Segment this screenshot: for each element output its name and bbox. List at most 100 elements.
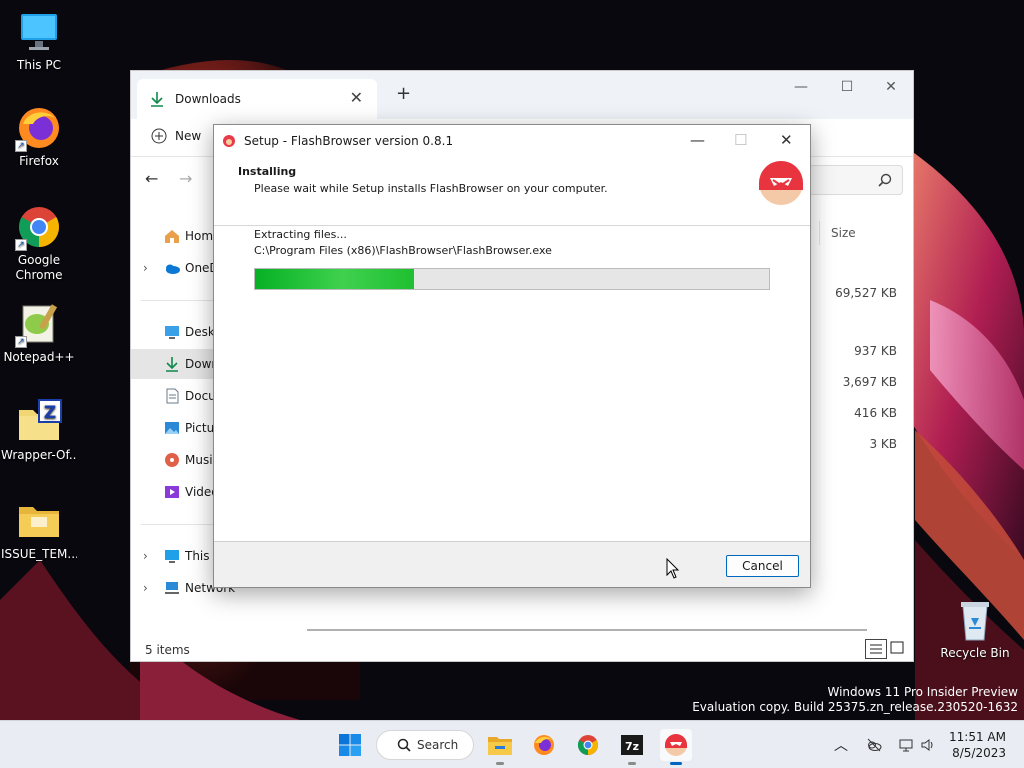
download-icon bbox=[166, 357, 178, 372]
sidebar-item-label: Home bbox=[185, 229, 215, 243]
mouse-cursor-icon bbox=[666, 558, 680, 579]
shortcut-arrow-icon: ↗ bbox=[15, 140, 27, 152]
taskbar-chrome[interactable] bbox=[572, 729, 604, 761]
home-icon bbox=[165, 230, 179, 243]
chevron-right-icon[interactable]: › bbox=[143, 261, 148, 275]
install-progress-bar bbox=[254, 268, 770, 290]
taskbar-firefox[interactable] bbox=[528, 729, 560, 761]
close-tab-icon[interactable]: ✕ bbox=[350, 88, 363, 107]
folder-icon bbox=[15, 497, 63, 545]
search-icon bbox=[397, 738, 411, 752]
sidebar-item-videos[interactable]: Videos bbox=[131, 477, 215, 507]
file-size-cell: 937 KB bbox=[854, 344, 897, 358]
firefox-icon: ↗ bbox=[15, 104, 63, 152]
onedrive-icon bbox=[166, 264, 180, 274]
sidebar-item-home[interactable]: Home bbox=[131, 221, 215, 251]
sidebar-item-this-pc[interactable]: › This PC bbox=[131, 541, 215, 571]
desktop-icon-firefox[interactable]: ↗ Firefox bbox=[1, 104, 77, 169]
dialog-titlebar[interactable]: Setup - FlashBrowser version 0.8.1 — ☐ ✕ bbox=[214, 125, 810, 156]
taskbar-search-box[interactable]: Search bbox=[376, 730, 474, 760]
maximize-icon[interactable]: ☐ bbox=[837, 79, 857, 95]
minimize-icon[interactable]: — bbox=[690, 131, 705, 149]
network-status-icon[interactable] bbox=[898, 737, 914, 753]
column-header-size[interactable]: Size bbox=[831, 226, 856, 240]
network-icon bbox=[165, 582, 179, 594]
sidebar-item-downloads[interactable]: Downloads bbox=[131, 349, 215, 379]
sidebar-item-music[interactable]: Music bbox=[131, 445, 215, 475]
horizontal-scrollbar[interactable] bbox=[307, 629, 867, 631]
zip-archive-icon: Z bbox=[15, 398, 63, 446]
cancel-button[interactable]: Cancel bbox=[726, 555, 799, 577]
videos-icon bbox=[165, 486, 179, 498]
chrome-icon bbox=[577, 735, 599, 756]
flashbrowser-app-icon bbox=[223, 134, 235, 147]
forward-arrow-icon[interactable]: → bbox=[179, 169, 192, 188]
taskbar-file-explorer[interactable] bbox=[484, 729, 516, 765]
sidebar-divider bbox=[141, 300, 215, 301]
minimize-icon[interactable]: — bbox=[791, 79, 811, 95]
maximize-icon: ☐ bbox=[734, 131, 748, 149]
desktop-icon-this-pc[interactable]: This PC bbox=[1, 8, 77, 73]
explorer-titlebar[interactable]: Downloads ✕ + — ☐ ✕ bbox=[131, 71, 913, 119]
taskbar-flashbrowser-setup[interactable] bbox=[660, 729, 692, 765]
taskbar-7zip[interactable]: 7z bbox=[616, 729, 648, 765]
desktop-icon-issue-folder[interactable]: ISSUE_TEM... bbox=[1, 497, 77, 562]
pictures-icon bbox=[165, 422, 179, 434]
cloud-offline-icon[interactable] bbox=[866, 737, 882, 753]
desktop-icon-label: This PC bbox=[17, 58, 61, 72]
desktop-icon-notepadpp[interactable]: ↗ Notepad++ bbox=[1, 300, 77, 365]
running-indicator bbox=[628, 762, 636, 765]
start-button[interactable] bbox=[334, 729, 366, 761]
new-button-label: New bbox=[175, 129, 202, 143]
recycle-bin-icon bbox=[951, 596, 999, 644]
shortcut-arrow-icon: ↗ bbox=[15, 336, 27, 348]
desktop-icon-label: ISSUE_TEM... bbox=[1, 547, 77, 561]
watermark-line-2: Evaluation copy. Build 25375.zn_release.… bbox=[692, 700, 1018, 714]
close-icon[interactable]: ✕ bbox=[780, 131, 793, 149]
status-item-count: 5 items bbox=[145, 643, 190, 657]
taskbar-clock[interactable]: 11:51 AM 8/5/2023 bbox=[949, 729, 1006, 761]
sidebar-item-label: This PC bbox=[185, 549, 215, 563]
desktop-icon-recycle-bin[interactable]: Recycle Bin bbox=[937, 596, 1013, 661]
new-tab-button[interactable]: + bbox=[396, 83, 411, 104]
chevron-right-icon[interactable]: › bbox=[143, 581, 148, 595]
dialog-title: Setup - FlashBrowser version 0.8.1 bbox=[244, 133, 454, 148]
windows-evaluation-watermark: Windows 11 Pro Insider Preview Evaluatio… bbox=[692, 685, 1018, 715]
running-indicator bbox=[496, 762, 504, 765]
desktop-icon-label: Firefox bbox=[19, 154, 59, 168]
tiles-view-icon bbox=[890, 641, 904, 654]
new-button[interactable]: New bbox=[151, 128, 201, 144]
search-box[interactable] bbox=[809, 165, 903, 195]
clock-date: 8/5/2023 bbox=[952, 746, 1006, 760]
shortcut-arrow-icon: ↗ bbox=[15, 239, 27, 251]
progress-fill bbox=[255, 269, 415, 289]
setup-dialog[interactable]: Setup - FlashBrowser version 0.8.1 — ☐ ✕… bbox=[213, 124, 811, 588]
chevron-up-icon[interactable]: ︿ bbox=[834, 735, 848, 755]
svg-text:7z: 7z bbox=[625, 740, 639, 753]
this-pc-icon bbox=[15, 8, 63, 56]
sidebar-item-desktop[interactable]: Desktop bbox=[131, 317, 215, 347]
tab-downloads[interactable]: Downloads ✕ bbox=[137, 79, 377, 119]
desktop-icon-chrome[interactable]: ↗ Google Chrome bbox=[1, 203, 77, 283]
back-arrow-icon[interactable]: ← bbox=[145, 169, 158, 188]
tab-label: Downloads bbox=[175, 92, 241, 106]
dialog-body: Extracting files... C:\Program Files (x8… bbox=[214, 226, 810, 542]
sidebar-item-onedrive[interactable]: › OneDrive bbox=[131, 253, 215, 283]
sidebar-item-label: Music bbox=[185, 453, 215, 467]
chrome-icon: ↗ bbox=[15, 203, 63, 251]
music-icon bbox=[165, 453, 179, 467]
details-view-icon bbox=[870, 644, 882, 654]
chevron-right-icon[interactable]: › bbox=[143, 549, 148, 563]
sidebar-item-documents[interactable]: Documents bbox=[131, 381, 215, 411]
clock-time: 11:51 AM bbox=[949, 730, 1006, 744]
desktop-icon-label: Recycle Bin bbox=[940, 646, 1010, 660]
svg-text:Z: Z bbox=[44, 403, 56, 423]
watermark-line-1: Windows 11 Pro Insider Preview bbox=[827, 685, 1018, 699]
close-icon[interactable]: ✕ bbox=[881, 79, 901, 95]
plus-circle-icon bbox=[151, 128, 167, 144]
sidebar-item-pictures[interactable]: Pictures bbox=[131, 413, 215, 443]
volume-icon[interactable] bbox=[920, 737, 936, 753]
desktop-icon-wrapper-archive[interactable]: Z Wrapper-Of... bbox=[1, 398, 77, 463]
tiles-view-button[interactable] bbox=[887, 639, 909, 659]
details-view-button[interactable] bbox=[865, 639, 887, 659]
